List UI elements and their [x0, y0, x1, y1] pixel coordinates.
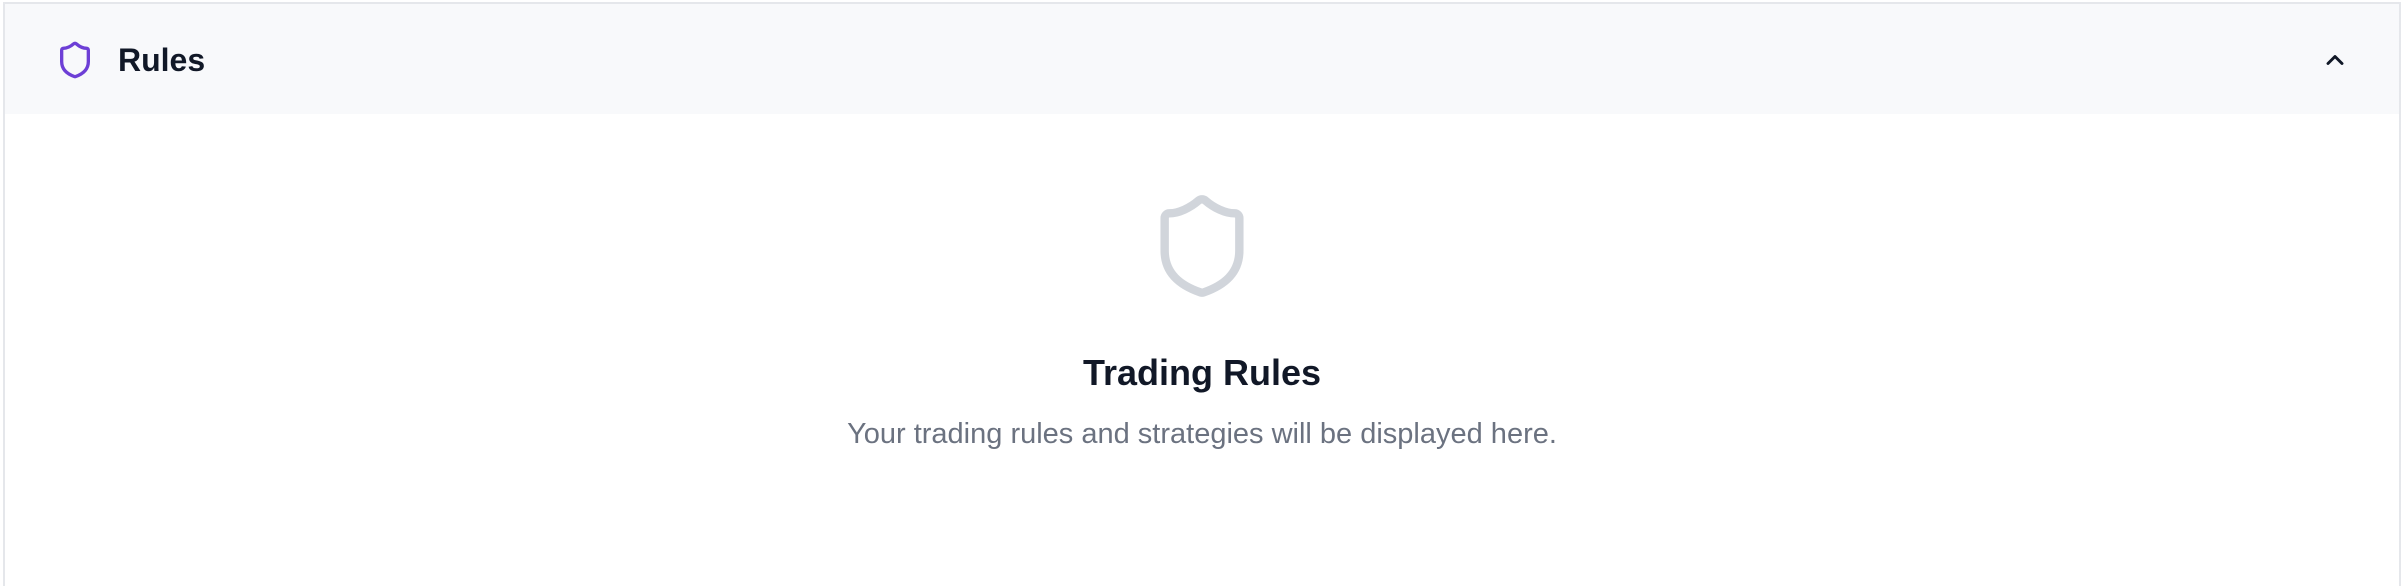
shield-icon [1146, 184, 1258, 308]
empty-state-description: Your trading rules and strategies will b… [847, 418, 1557, 450]
chevron-up-icon [2326, 55, 2344, 65]
collapse-button[interactable] [2317, 42, 2353, 78]
rules-panel-header[interactable]: Rules [5, 4, 2399, 114]
rules-panel: Rules Trading Rules Your trading rules a… [3, 2, 2401, 586]
panel-title: Rules [118, 42, 206, 78]
shield-icon [55, 40, 95, 80]
empty-state: Trading Rules Your trading rules and str… [5, 184, 2399, 452]
empty-state-title: Trading Rules [1082, 352, 1322, 393]
